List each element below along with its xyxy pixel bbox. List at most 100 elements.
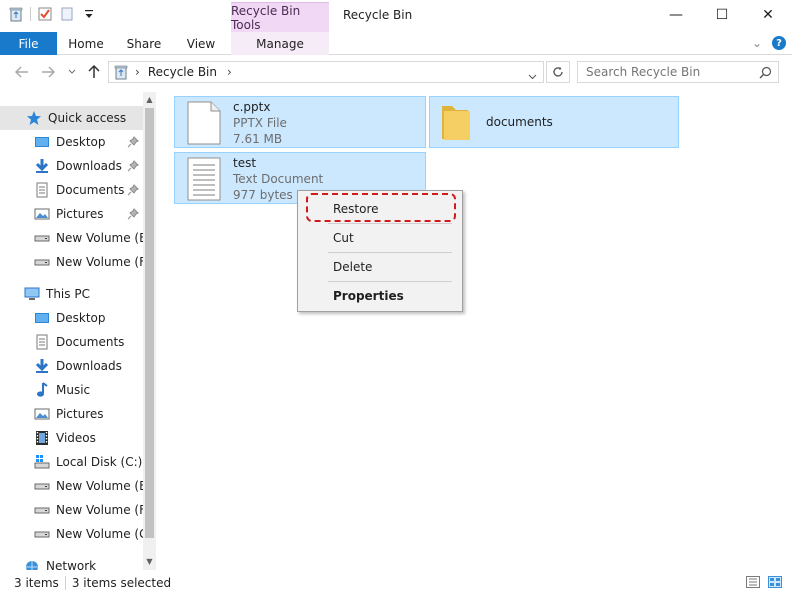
sidebar-item-desktop[interactable]: Desktop bbox=[0, 130, 143, 154]
refresh-icon bbox=[553, 66, 563, 77]
address-bar[interactable]: › Recycle Bin › bbox=[108, 61, 544, 83]
tab-file[interactable]: File bbox=[0, 32, 57, 55]
details-view-icon[interactable] bbox=[746, 576, 760, 588]
sidebar-item-pc-desktop[interactable]: Desktop bbox=[0, 306, 143, 330]
tab-share[interactable]: Share bbox=[118, 32, 170, 55]
documents-icon bbox=[34, 334, 50, 350]
sidebar-item-pc-new-volume-f[interactable]: New Volume (F:) bbox=[0, 498, 154, 522]
window-title: Recycle Bin bbox=[343, 8, 413, 22]
menu-item-cut[interactable]: Cut bbox=[300, 227, 460, 249]
scroll-down-icon[interactable]: ▼ bbox=[143, 554, 156, 568]
restore-highlight-annotation bbox=[306, 193, 456, 222]
folder-icon bbox=[438, 103, 474, 146]
sidebar-item-new-volume-f[interactable]: New Volume (F:) bbox=[0, 250, 154, 274]
file-size: 7.61 MB bbox=[233, 132, 283, 146]
sidebar-item-this-pc[interactable]: This PC bbox=[0, 282, 143, 306]
download-arrow-icon bbox=[34, 158, 50, 174]
search-icon[interactable] bbox=[759, 66, 772, 82]
recycle-bin-tools-tab: Recycle Bin Tools bbox=[231, 2, 329, 32]
file-type: Text Document bbox=[233, 172, 324, 186]
desktop-icon bbox=[34, 134, 50, 150]
drive-icon bbox=[34, 254, 50, 270]
back-arrow-icon bbox=[15, 66, 28, 78]
sidebar-item-pc-new-volume-e[interactable]: New Volume (E:) bbox=[0, 474, 155, 498]
music-note-icon bbox=[34, 382, 50, 398]
back-button[interactable] bbox=[14, 63, 30, 81]
nav-scrollbar[interactable]: ▲ ▼ bbox=[143, 92, 156, 570]
folder-name: documents bbox=[486, 115, 553, 129]
sidebar-item-documents[interactable]: Documents bbox=[0, 178, 143, 202]
sidebar-item-pc-videos[interactable]: Videos bbox=[0, 426, 143, 450]
tab-manage[interactable]: Manage bbox=[231, 32, 329, 55]
pin-icon[interactable] bbox=[127, 184, 139, 196]
address-row: › Recycle Bin › bbox=[0, 57, 792, 87]
tab-view[interactable]: View bbox=[178, 32, 224, 55]
scrollbar-thumb[interactable] bbox=[145, 108, 154, 538]
file-name: c.pptx bbox=[233, 100, 271, 114]
selected-count: 3 items selected bbox=[71, 575, 172, 590]
menu-item-properties[interactable]: Properties bbox=[300, 285, 460, 307]
breadcrumb-separator[interactable]: › bbox=[135, 65, 140, 79]
search-input[interactable] bbox=[586, 65, 756, 79]
sidebar-item-quick-access[interactable]: Quick access bbox=[0, 106, 143, 130]
up-button[interactable] bbox=[86, 63, 102, 81]
up-arrow-icon bbox=[88, 65, 100, 78]
ribbon-tabs: File Home Share View Manage ⌄ ? bbox=[0, 32, 792, 55]
maximize-button[interactable]: ☐ bbox=[699, 0, 745, 30]
recent-locations-button[interactable] bbox=[64, 63, 80, 81]
sidebar-item-downloads[interactable]: Downloads bbox=[0, 154, 143, 178]
quick-access-toolbar bbox=[8, 6, 97, 22]
title-bar: Recycle Bin Tools Recycle Bin — ☐ ✕ bbox=[0, 0, 792, 32]
sidebar-item-pc-pictures[interactable]: Pictures bbox=[0, 402, 143, 426]
search-box[interactable] bbox=[577, 61, 779, 83]
pin-icon[interactable] bbox=[127, 160, 139, 172]
sidebar-item-local-disk-c[interactable]: Local Disk (C:) bbox=[0, 450, 143, 474]
item-count: 3 items bbox=[14, 575, 59, 590]
minimize-button[interactable]: — bbox=[653, 0, 699, 30]
download-arrow-icon bbox=[34, 358, 50, 374]
help-icon[interactable]: ? bbox=[772, 36, 786, 50]
sidebar-item-new-volume-e[interactable]: New Volume (E:) bbox=[0, 226, 155, 250]
sidebar-item-pc-documents[interactable]: Documents bbox=[0, 330, 143, 354]
pin-icon[interactable] bbox=[127, 136, 139, 148]
close-button[interactable]: ✕ bbox=[745, 0, 791, 30]
recycle-bin-icon bbox=[8, 6, 24, 22]
pin-icon[interactable] bbox=[127, 208, 139, 220]
drive-icon bbox=[34, 526, 50, 542]
new-folder-icon[interactable] bbox=[59, 6, 75, 22]
recycle-bin-icon bbox=[113, 64, 129, 80]
status-separator bbox=[64, 575, 66, 590]
file-tile-c-pptx[interactable]: c.pptx PPTX File 7.61 MB bbox=[174, 96, 426, 148]
properties-check-icon[interactable] bbox=[37, 6, 53, 22]
sidebar-item-pictures[interactable]: Pictures bbox=[0, 202, 143, 226]
forward-button[interactable] bbox=[40, 63, 56, 81]
menu-separator bbox=[328, 223, 452, 224]
sidebar-item-pc-downloads[interactable]: Downloads bbox=[0, 354, 143, 378]
ribbon-right-controls: ⌄ ? bbox=[752, 36, 786, 50]
file-view: c.pptx PPTX File 7.61 MB documents test … bbox=[158, 92, 792, 570]
star-icon bbox=[26, 110, 42, 126]
pictures-icon bbox=[34, 206, 50, 222]
customize-dropdown-icon[interactable] bbox=[81, 6, 97, 22]
drive-icon bbox=[34, 230, 50, 246]
breadcrumb-separator[interactable]: › bbox=[227, 65, 232, 79]
tab-home[interactable]: Home bbox=[62, 32, 110, 55]
pictures-icon bbox=[34, 406, 50, 422]
sidebar-item-network[interactable]: Network bbox=[0, 554, 143, 570]
large-icons-view-icon[interactable] bbox=[768, 576, 782, 588]
menu-item-delete[interactable]: Delete bbox=[300, 256, 460, 278]
film-strip-icon bbox=[34, 430, 50, 446]
sidebar-item-pc-new-volume-g[interactable]: New Volume (G:) bbox=[0, 522, 156, 546]
folder-tile-documents[interactable]: documents bbox=[429, 96, 679, 148]
drive-icon bbox=[34, 502, 50, 518]
menu-separator bbox=[328, 252, 452, 253]
sidebar-item-pc-music[interactable]: Music bbox=[0, 378, 143, 402]
forward-arrow-icon bbox=[42, 66, 55, 78]
expand-ribbon-icon[interactable]: ⌄ bbox=[752, 36, 762, 50]
file-type: PPTX File bbox=[233, 116, 287, 130]
address-dropdown-icon[interactable] bbox=[528, 69, 537, 83]
breadcrumb-recycle-bin[interactable]: Recycle Bin bbox=[148, 65, 217, 79]
refresh-button[interactable] bbox=[546, 61, 570, 83]
scroll-up-icon[interactable]: ▲ bbox=[143, 92, 156, 106]
menu-separator bbox=[328, 281, 452, 282]
